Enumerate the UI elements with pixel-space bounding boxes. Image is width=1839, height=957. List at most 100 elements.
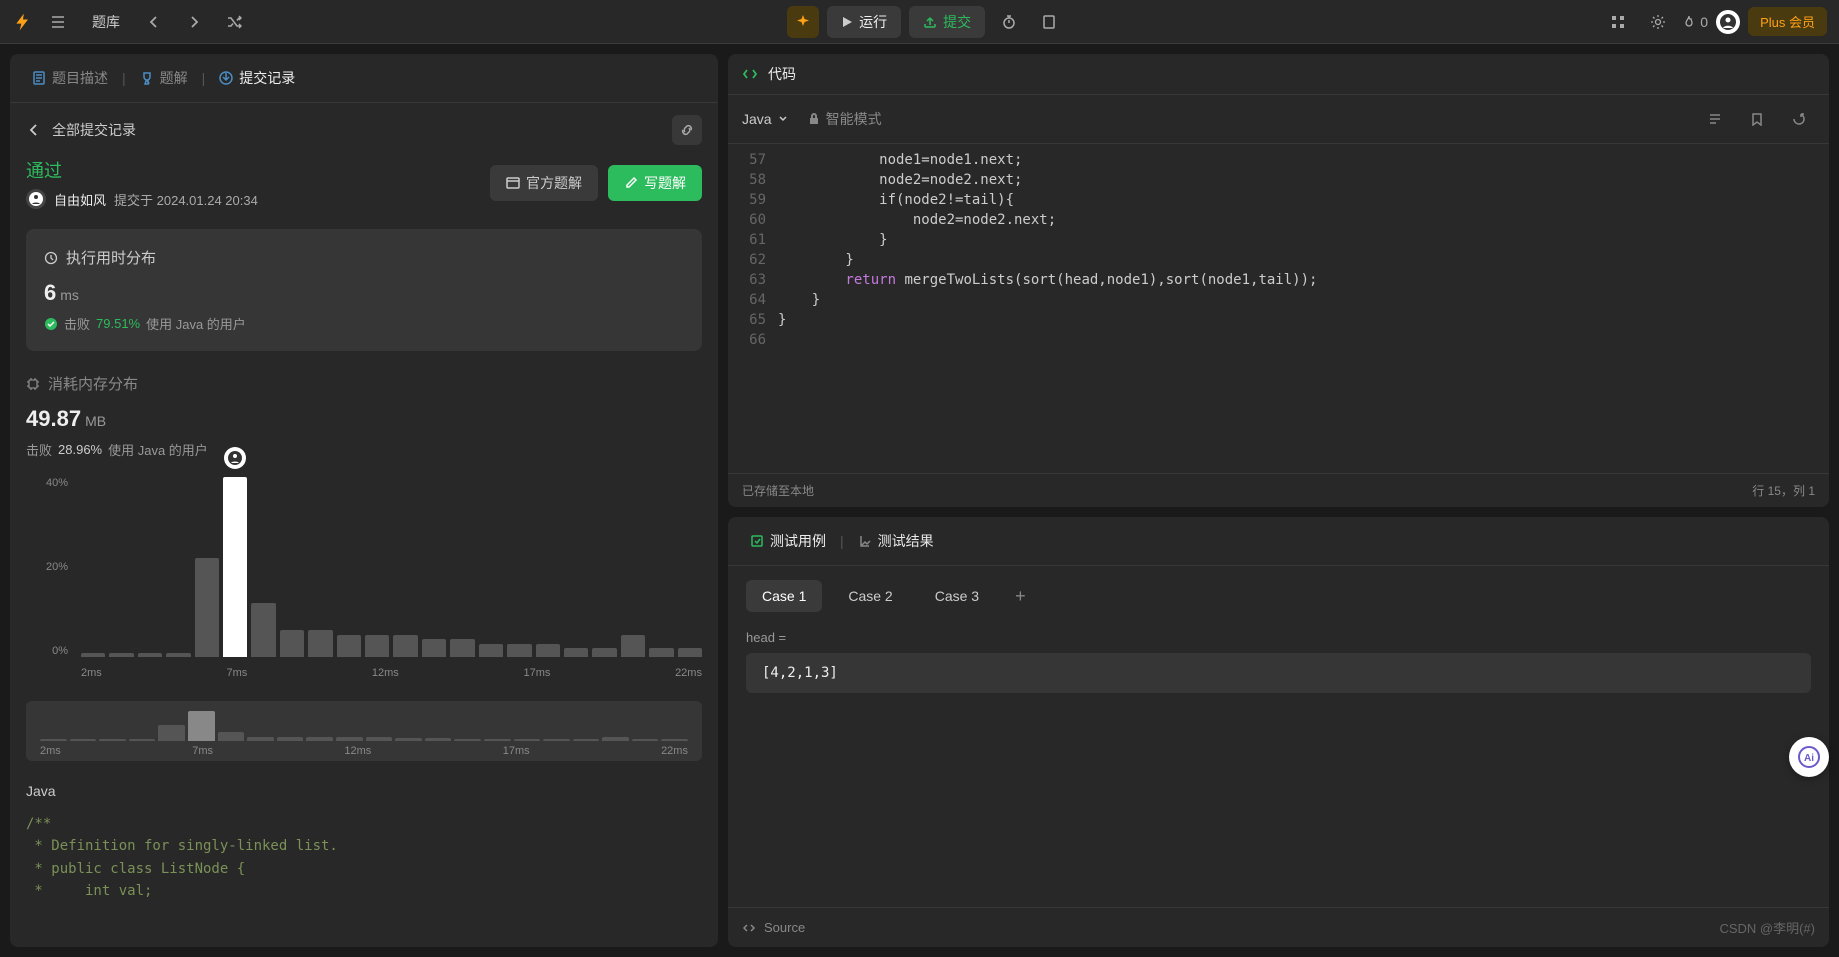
chart-bar[interactable] (138, 653, 162, 658)
smart-mode[interactable]: 智能模式 (808, 109, 882, 129)
chart-bar[interactable] (109, 653, 133, 658)
next-problem[interactable] (178, 6, 210, 38)
chart-bar[interactable] (592, 648, 616, 657)
mini-chart-bar (306, 737, 333, 741)
language-selector[interactable]: Java (742, 111, 788, 127)
reset-icon[interactable] (1783, 103, 1815, 135)
tab-solution[interactable]: 题解 (132, 64, 196, 92)
problems-link[interactable]: 题库 (82, 8, 130, 36)
mini-chart-bar (484, 739, 511, 741)
ai-assistant-float[interactable]: Ai (1789, 737, 1829, 777)
chart-bar[interactable] (223, 477, 247, 657)
tab-testresults[interactable]: 测试结果 (850, 527, 942, 555)
notes-icon[interactable] (1033, 6, 1065, 38)
submit-button[interactable]: 提交 (909, 6, 985, 38)
runtime-card: 执行用时分布 6ms 击败 79.51% 使用 Java 的用户 (26, 229, 702, 351)
code-editor[interactable]: 57585960616263646566 node1=node1.next; n… (728, 144, 1829, 473)
mini-chart-bar (277, 737, 304, 742)
case-1[interactable]: Case 1 (746, 580, 822, 612)
back-all-submissions[interactable]: 全部提交记录 (26, 120, 136, 140)
format-icon[interactable] (1699, 103, 1731, 135)
chart-bar[interactable] (308, 630, 332, 657)
case-3[interactable]: Case 3 (919, 580, 995, 612)
svg-text:Ai: Ai (1804, 753, 1814, 764)
mini-chart-bar (247, 737, 274, 742)
chart-bar[interactable] (81, 653, 105, 658)
mini-chart-bar (573, 739, 600, 741)
chart-bar[interactable] (251, 603, 275, 657)
chart-bar[interactable] (195, 558, 219, 657)
user-avatar[interactable] (1716, 10, 1740, 34)
memory-chart: 40% 20% 0% 2ms 7ms 12ms 17ms 22ms (26, 477, 702, 687)
logo[interactable] (12, 11, 34, 33)
author-avatar (26, 189, 46, 209)
chart-marker (224, 447, 246, 469)
tab-testcases[interactable]: 测试用例 (742, 527, 834, 555)
mini-chart-bar (514, 739, 541, 741)
prev-problem[interactable] (138, 6, 170, 38)
plus-badge[interactable]: Plus 会员 (1748, 7, 1827, 36)
left-tabs: 题目描述 | 题解 | 提交记录 (10, 54, 718, 103)
timer-icon[interactable] (993, 6, 1025, 38)
author-name: 自由如风 (54, 190, 106, 209)
chart-bar[interactable] (507, 644, 531, 658)
code-lang-label: Java (26, 783, 702, 799)
add-case[interactable]: + (1005, 582, 1036, 611)
bookmark-icon[interactable] (1741, 103, 1773, 135)
source-toggle[interactable]: Source (742, 920, 805, 935)
chart-bar[interactable] (649, 648, 673, 657)
input-label: head = (746, 630, 1811, 645)
mini-chart-bar (602, 737, 629, 741)
mini-chart-bar (99, 739, 126, 741)
settings-icon[interactable] (1642, 6, 1674, 38)
left-panel: 题目描述 | 题解 | 提交记录 全部提交记录 通过 (10, 54, 718, 947)
code-panel: 代码 Java 智能模式 (728, 54, 1829, 507)
code-title: 代码 (768, 64, 796, 84)
chart-bar[interactable] (393, 635, 417, 658)
mini-chart-bar (395, 738, 422, 741)
chart-bar[interactable] (166, 653, 190, 658)
chart-bar[interactable] (479, 644, 503, 658)
mini-chart-bar (454, 739, 481, 741)
write-solution-button[interactable]: 写题解 (608, 165, 702, 201)
mini-chart-bar (70, 739, 97, 741)
testcase-input[interactable]: [4,2,1,3] (746, 653, 1811, 693)
chart-bar[interactable] (564, 648, 588, 657)
mini-chart-bar (218, 732, 245, 741)
apps-icon[interactable] (1602, 6, 1634, 38)
tab-description[interactable]: 题目描述 (24, 64, 116, 92)
mini-chart-bar (129, 739, 156, 741)
test-panel: 测试用例 | 测试结果 Case 1 Case 2 Case 3 + head … (728, 517, 1829, 947)
shuffle-icon[interactable] (218, 6, 250, 38)
streak[interactable]: 0 (1682, 14, 1708, 30)
run-button[interactable]: 运行 (827, 6, 901, 38)
mini-chart[interactable]: 2ms 7ms 12ms 17ms 22ms (26, 701, 702, 761)
save-status: 已存储至本地 (742, 482, 814, 499)
memory-value: 49.87 (26, 406, 81, 431)
mini-chart-bar (188, 711, 215, 741)
official-solution-button[interactable]: 官方题解 (490, 165, 598, 201)
case-2[interactable]: Case 2 (832, 580, 908, 612)
code-snippet: /** * Definition for singly-linked list.… (26, 813, 702, 903)
chart-bar[interactable] (536, 644, 560, 658)
mini-chart-bar (543, 739, 570, 741)
tab-submissions[interactable]: 提交记录 (211, 64, 303, 92)
chart-bar[interactable] (365, 635, 389, 658)
status-text: 通过 (26, 157, 258, 183)
chart-bar[interactable] (337, 635, 361, 658)
watermark: CSDN @李明(#) (1719, 918, 1815, 937)
chart-bar[interactable] (450, 639, 474, 657)
cursor-position: 行 15，列 1 (1752, 482, 1815, 499)
share-icon[interactable] (672, 115, 702, 145)
chart-bar[interactable] (280, 630, 304, 657)
chart-bar[interactable] (678, 648, 702, 657)
submit-label: 提交 (943, 12, 971, 32)
submit-time: 提交于 2024.01.24 20:34 (114, 190, 258, 209)
mini-chart-bar (632, 739, 659, 741)
list-icon[interactable] (42, 6, 74, 38)
mini-chart-bar (158, 725, 185, 742)
chart-bar[interactable] (621, 635, 645, 658)
chart-bar[interactable] (422, 639, 446, 657)
runtime-value: 6 (44, 280, 56, 305)
ai-sparkle-icon[interactable] (787, 6, 819, 38)
